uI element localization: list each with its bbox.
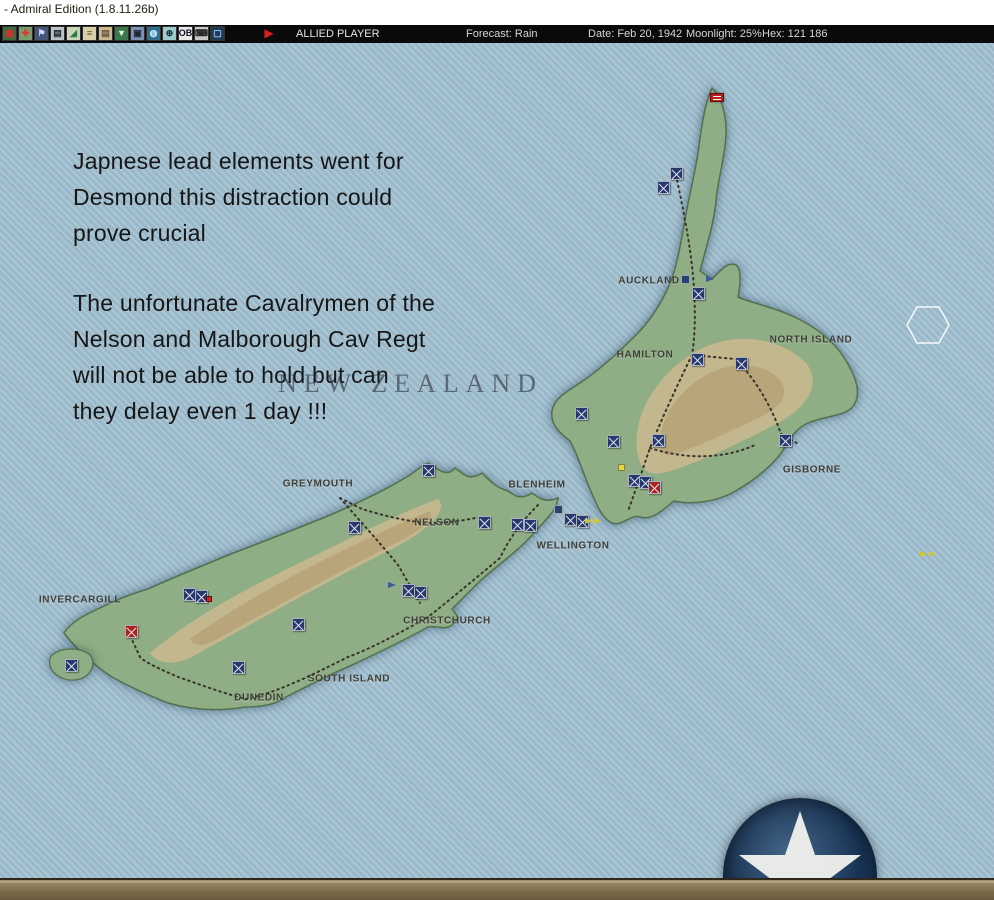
map-label-gisborne: GISBORNE xyxy=(782,464,842,476)
blue-unit-marker[interactable] xyxy=(692,287,705,300)
blue-unit-marker[interactable] xyxy=(735,357,748,370)
map-label-wellington: WELLINGTON xyxy=(536,540,610,552)
player-note-1: Japnese lead elements went for Desmond t… xyxy=(73,148,404,246)
blue-unit-marker[interactable] xyxy=(691,353,704,366)
blue-unit-marker[interactable] xyxy=(652,434,665,447)
player-label: ALLIED PLAYER xyxy=(296,28,380,40)
map-viewport[interactable]: Japnese lead elements went for Desmond t… xyxy=(0,43,994,878)
zoom-icon[interactable]: ⊕ xyxy=(162,26,177,41)
blue-unit-marker[interactable] xyxy=(670,167,683,180)
globe-icon[interactable]: ◍ xyxy=(146,26,161,41)
blue-unit-marker[interactable] xyxy=(478,516,491,529)
bottom-wood-bar xyxy=(0,878,994,900)
blue-unit-marker[interactable] xyxy=(575,407,588,420)
toolbar: ▦ ✚ ⚑ ▤ ◢ ≡ ▤ ▼ ▣ ◍ ⊕ OB ⌨ ▢ ▶ ALLIED PLAYER Forecast… xyxy=(0,25,994,43)
map-label-christchurch: CHRISTCHURCH xyxy=(403,615,491,627)
save-icon[interactable]: ▼ xyxy=(114,26,129,41)
blue-unit-marker[interactable] xyxy=(414,586,427,599)
red-unit-marker[interactable] xyxy=(648,481,661,494)
allied-star-emblem xyxy=(723,798,877,878)
blue-unit-marker[interactable] xyxy=(232,661,245,674)
air-blue-unit-marker[interactable] xyxy=(388,582,397,589)
region-watermark: NEW ZEALAND xyxy=(278,369,543,398)
window-title: - Admiral Edition (1.8.11.26b) xyxy=(4,2,159,16)
map-label-north-island: NORTH ISLAND xyxy=(769,334,853,346)
air-yellow-unit-marker[interactable] xyxy=(920,551,937,558)
medical-icon[interactable]: ✚ xyxy=(18,26,33,41)
screen-icon[interactable]: ▢ xyxy=(210,26,225,41)
blue-unit-marker[interactable] xyxy=(657,181,670,194)
keyboard-icon[interactable]: ⌨ xyxy=(194,26,209,41)
hex-coordinates-label: Hex: 121 186 xyxy=(762,28,828,40)
star-icon xyxy=(739,811,861,878)
map-label-hamilton: HAMILTON xyxy=(616,349,674,361)
blue-unit-marker[interactable] xyxy=(422,464,435,477)
player-note-2: The unfortunate Cavalrymen of the Nelson… xyxy=(73,290,436,424)
disk-icon[interactable]: ▣ xyxy=(130,26,145,41)
flag-icon[interactable]: ⚑ xyxy=(34,26,49,41)
chart-icon[interactable]: ◢ xyxy=(66,26,81,41)
map-label-south-island: SOUTH ISLAND xyxy=(307,673,391,685)
next-turn-icon[interactable]: ▶ xyxy=(260,26,278,41)
toolbar-icons: ▦ ✚ ⚑ ▤ ◢ ≡ ▤ ▼ ▣ ◍ ⊕ OB ⌨ ▢ xyxy=(2,26,225,41)
air-yellow-unit-marker[interactable] xyxy=(585,518,602,525)
map-label-auckland: AUCKLAND xyxy=(618,275,680,287)
dot-red-unit-marker[interactable] xyxy=(206,596,212,602)
blue-unit-marker[interactable] xyxy=(65,659,78,672)
map-label-nelson: NELSON xyxy=(414,517,460,529)
dot-yellow-unit-marker[interactable] xyxy=(618,464,625,471)
air-blue-unit-marker[interactable] xyxy=(706,276,715,283)
document-icon[interactable]: ≡ xyxy=(82,26,97,41)
forecast-label: Forecast: Rain xyxy=(466,28,538,40)
blue-unit-marker[interactable] xyxy=(348,521,361,534)
window-titlebar: - Admiral Edition (1.8.11.26b) xyxy=(0,0,994,25)
report-icon[interactable]: ▤ xyxy=(98,26,113,41)
blue-unit-marker[interactable] xyxy=(779,434,792,447)
small-blue-unit-marker[interactable] xyxy=(681,275,690,284)
red-unit-marker[interactable] xyxy=(125,625,138,638)
north-island xyxy=(551,86,859,525)
units-mode-icon[interactable]: ▦ xyxy=(2,26,17,41)
blue-unit-marker[interactable] xyxy=(292,618,305,631)
blue-unit-marker[interactable] xyxy=(511,518,524,531)
blue-unit-marker[interactable] xyxy=(524,519,537,532)
blue-unit-marker[interactable] xyxy=(607,435,620,448)
map-label-blenheim: BLENHEIM xyxy=(508,479,566,491)
order-of-battle-icon[interactable]: OB xyxy=(178,26,193,41)
monitor-icon[interactable]: ▤ xyxy=(50,26,65,41)
ship-red-unit-marker[interactable] xyxy=(710,93,724,102)
date-label: Date: Feb 20, 1942 xyxy=(588,28,683,40)
hex-cursor xyxy=(906,306,950,344)
map-label-greymouth: GREYMOUTH xyxy=(282,478,354,490)
map-label-invercargill: INVERCARGILL xyxy=(38,594,122,606)
map-label-dunedin: DUNEDIN xyxy=(234,692,284,704)
moonlight-label: Moonlight: 25% xyxy=(686,28,762,40)
small-blue-unit-marker[interactable] xyxy=(554,505,563,514)
